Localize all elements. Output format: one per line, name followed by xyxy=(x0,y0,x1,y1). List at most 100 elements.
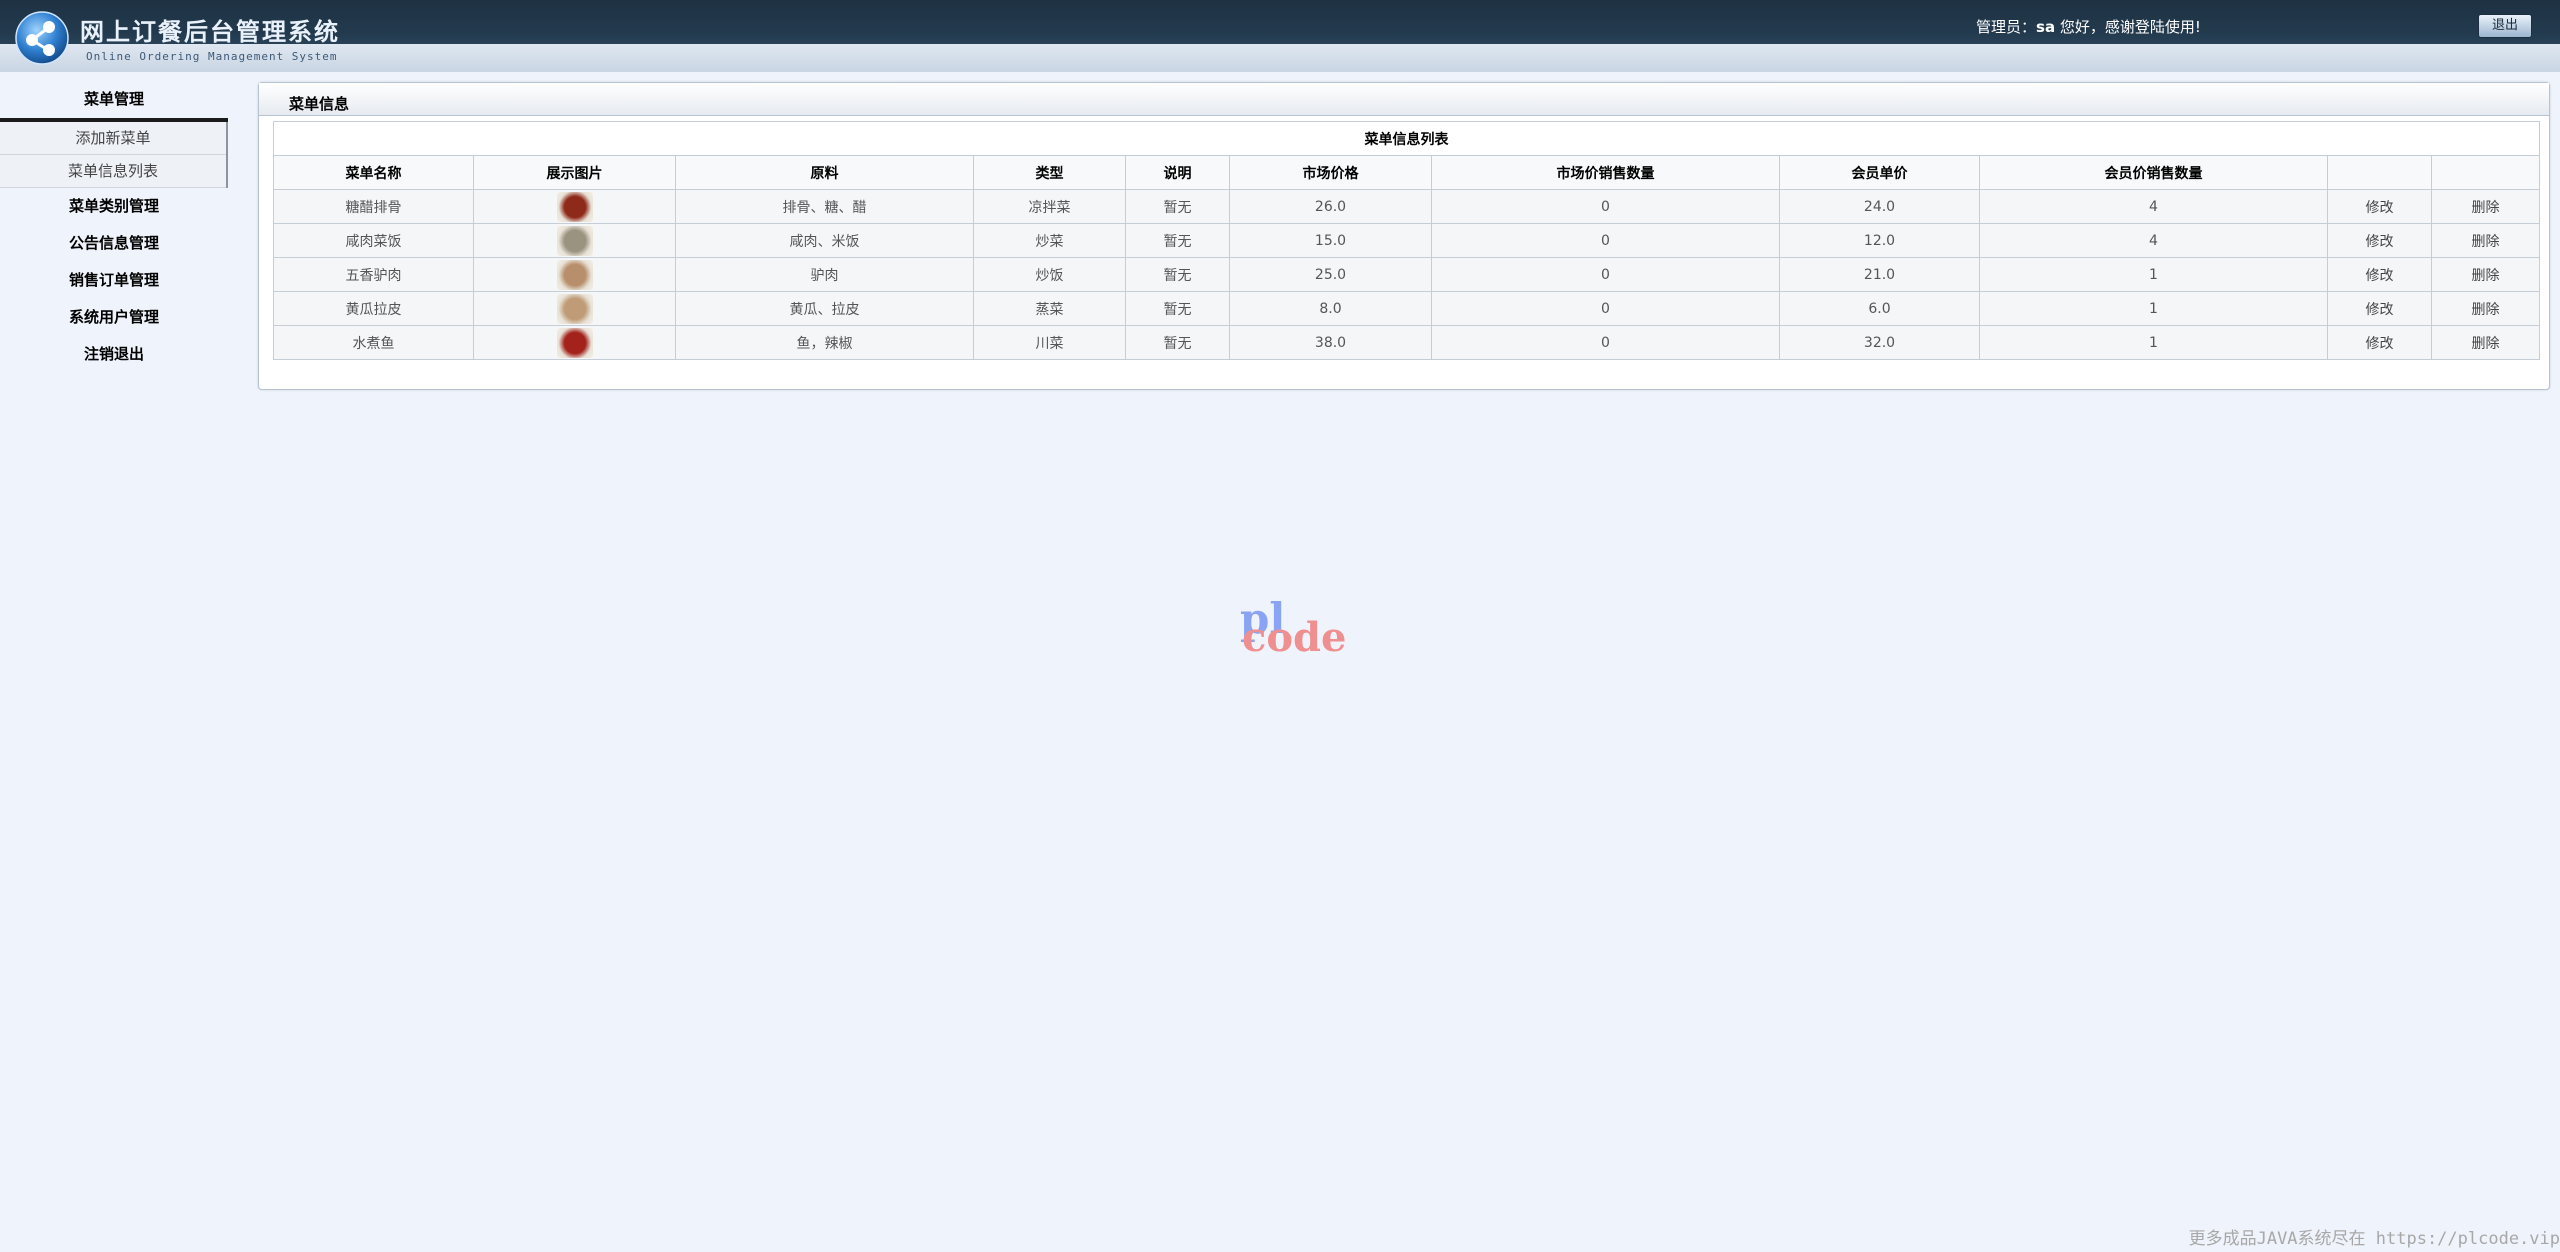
dish-image-cell xyxy=(473,223,676,258)
app-subtitle: Online Ordering Management System xyxy=(86,50,338,63)
dish-image-cell xyxy=(473,257,676,292)
welcome-prefix: 管理员： xyxy=(1976,18,2037,36)
delete-link-cell: 删除 xyxy=(2430,291,2541,326)
delete-link-cell: 删除 xyxy=(2430,223,2541,258)
cell-type: 凉拌菜 xyxy=(973,189,1126,224)
cell-member-price: 6.0 xyxy=(1779,291,1980,326)
sidebar-section-menu-management[interactable]: 菜单管理 xyxy=(0,80,228,122)
column-header: 类型 xyxy=(973,155,1126,190)
cell-type: 川菜 xyxy=(973,325,1126,360)
column-header: 会员价销售数量 xyxy=(1979,155,2328,190)
menu-info-panel: 菜单信息 菜单信息列表 菜单名称 展示图片 原料 类型 说明 市场价格 市场价销… xyxy=(258,82,2550,390)
sidebar-item-order-management[interactable]: 销售订单管理 xyxy=(0,262,228,299)
cell-type: 炒菜 xyxy=(973,223,1126,258)
cell-name: 五香驴肉 xyxy=(273,257,474,292)
delete-link[interactable]: 删除 xyxy=(2472,268,2500,284)
edit-link[interactable]: 修改 xyxy=(2366,336,2394,352)
delete-link[interactable]: 删除 xyxy=(2472,234,2500,250)
watermark-part-code: code xyxy=(1242,614,1347,661)
edit-link-cell: 修改 xyxy=(2327,291,2432,326)
panel-title-bar: 菜单信息 xyxy=(259,83,2549,116)
edit-link-cell: 修改 xyxy=(2327,325,2432,360)
column-header: 展示图片 xyxy=(473,155,676,190)
cell-ingredients: 驴肉 xyxy=(675,257,974,292)
cell-market-price: 8.0 xyxy=(1229,291,1432,326)
username: sa xyxy=(2036,18,2056,36)
logout-button[interactable]: 退出 xyxy=(2478,14,2532,38)
cell-desc: 暂无 xyxy=(1125,325,1230,360)
delete-link-cell: 删除 xyxy=(2430,257,2541,292)
dish-image-cell xyxy=(473,189,676,224)
cell-member-sales: 1 xyxy=(1979,257,2328,292)
edit-link-cell: 修改 xyxy=(2327,257,2432,292)
column-header xyxy=(2430,155,2541,190)
sidebar-item-category-management[interactable]: 菜单类别管理 xyxy=(0,188,228,225)
cell-member-sales: 1 xyxy=(1979,325,2328,360)
app-title: 网上订餐后台管理系统 xyxy=(80,17,340,46)
cell-ingredients: 排骨、糖、醋 xyxy=(675,189,974,224)
cell-member-sales: 4 xyxy=(1979,189,2328,224)
edit-link[interactable]: 修改 xyxy=(2366,234,2394,250)
cell-member-sales: 1 xyxy=(1979,291,2328,326)
edit-link[interactable]: 修改 xyxy=(2366,302,2394,318)
table-row: 咸肉菜饭 咸肉、米饭 炒菜 暂无 15.0 0 12.0 4 修改 删除 xyxy=(273,223,2541,258)
edit-link[interactable]: 修改 xyxy=(2366,200,2394,216)
cell-market-price: 15.0 xyxy=(1229,223,1432,258)
delete-link-cell: 删除 xyxy=(2430,325,2541,360)
dish-thumbnail xyxy=(556,293,593,324)
cell-market-sales: 0 xyxy=(1431,291,1780,326)
edit-link[interactable]: 修改 xyxy=(2366,268,2394,284)
panel-title: 菜单信息 xyxy=(289,95,350,113)
cell-type: 炒饭 xyxy=(973,257,1126,292)
edit-link-cell: 修改 xyxy=(2327,223,2432,258)
delete-link-cell: 删除 xyxy=(2430,189,2541,224)
cell-market-sales: 0 xyxy=(1431,223,1780,258)
cell-desc: 暂无 xyxy=(1125,291,1230,326)
cell-market-price: 38.0 xyxy=(1229,325,1432,360)
delete-link[interactable]: 删除 xyxy=(2472,302,2500,318)
cell-desc: 暂无 xyxy=(1125,257,1230,292)
dish-thumbnail xyxy=(556,225,593,256)
column-header: 会员单价 xyxy=(1779,155,1980,190)
sidebar-item-user-management[interactable]: 系统用户管理 xyxy=(0,299,228,336)
sidebar-item-logout[interactable]: 注销退出 xyxy=(0,336,228,373)
table-row: 水煮鱼 鱼，辣椒 川菜 暂无 38.0 0 32.0 1 修改 删除 xyxy=(273,325,2541,360)
cell-name: 咸肉菜饭 xyxy=(273,223,474,258)
column-header: 市场价格 xyxy=(1229,155,1432,190)
cell-market-sales: 0 xyxy=(1431,325,1780,360)
plcode-watermark-logo: pl code xyxy=(1238,594,1348,664)
dish-image-cell xyxy=(473,291,676,326)
table-row: 糖醋排骨 排骨、糖、醋 凉拌菜 暂无 26.0 0 24.0 4 修改 删除 xyxy=(273,189,2541,224)
edit-link-cell: 修改 xyxy=(2327,189,2432,224)
cell-desc: 暂无 xyxy=(1125,189,1230,224)
column-header xyxy=(2327,155,2432,190)
table-row: 五香驴肉 驴肉 炒饭 暂无 25.0 0 21.0 1 修改 删除 xyxy=(273,257,2541,292)
dish-thumbnail xyxy=(556,191,593,222)
table-header-row: 菜单名称 展示图片 原料 类型 说明 市场价格 市场价销售数量 会员单价 会员价… xyxy=(273,155,2541,190)
column-header: 原料 xyxy=(675,155,974,190)
cell-market-price: 26.0 xyxy=(1229,189,1432,224)
footer-watermark-text: 更多成品JAVA系统尽在 https://plcode.vip xyxy=(2188,1229,2560,1249)
cell-member-sales: 4 xyxy=(1979,223,2328,258)
delete-link[interactable]: 删除 xyxy=(2472,336,2500,352)
cell-ingredients: 咸肉、米饭 xyxy=(675,223,974,258)
sidebar-submenu: 添加新菜单 菜单信息列表 xyxy=(0,122,228,188)
header-strip xyxy=(0,44,2560,72)
sidebar-item-notice-management[interactable]: 公告信息管理 xyxy=(0,225,228,262)
cell-market-price: 25.0 xyxy=(1229,257,1432,292)
column-header: 说明 xyxy=(1125,155,1230,190)
cell-name: 水煮鱼 xyxy=(273,325,474,360)
welcome-suffix: 您好，感谢登陆使用! xyxy=(2055,18,2201,36)
cell-member-price: 24.0 xyxy=(1779,189,1980,224)
welcome-message: 管理员：sa 您好，感谢登陆使用! xyxy=(1976,16,2201,37)
sidebar-subitem-menu-list[interactable]: 菜单信息列表 xyxy=(0,155,226,188)
cell-desc: 暂无 xyxy=(1125,223,1230,258)
table-row: 黄瓜拉皮 黄瓜、拉皮 蒸菜 暂无 8.0 0 6.0 1 修改 删除 xyxy=(273,291,2541,326)
dish-thumbnail xyxy=(556,259,593,290)
cell-market-sales: 0 xyxy=(1431,257,1780,292)
cell-member-price: 21.0 xyxy=(1779,257,1980,292)
cell-name: 黄瓜拉皮 xyxy=(273,291,474,326)
column-header: 菜单名称 xyxy=(273,155,474,190)
delete-link[interactable]: 删除 xyxy=(2472,200,2500,216)
sidebar-subitem-add-menu[interactable]: 添加新菜单 xyxy=(0,122,226,155)
